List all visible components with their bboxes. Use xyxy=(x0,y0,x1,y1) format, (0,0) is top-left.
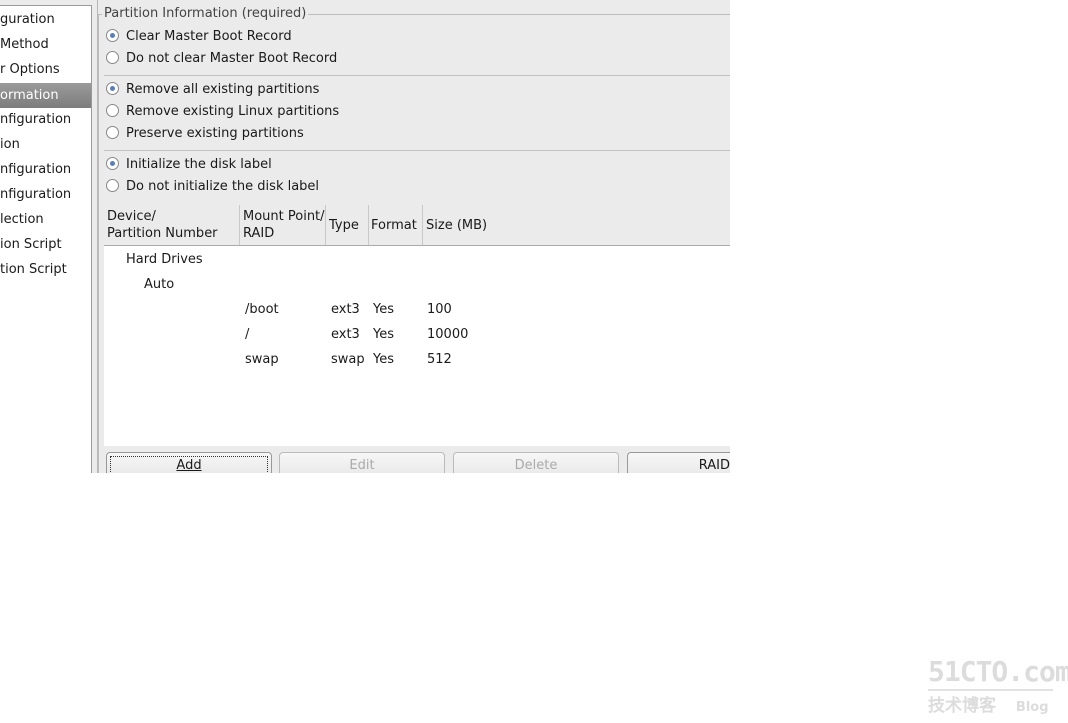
sidebar-item[interactable]: ion xyxy=(0,132,91,157)
sidebar-item[interactable]: ion Script xyxy=(0,232,91,257)
sidebar-item[interactable]: nfiguration xyxy=(0,182,91,207)
sidebar-item[interactable]: lection xyxy=(0,207,91,232)
radio-clear-mbr[interactable]: Clear Master Boot Record xyxy=(106,26,292,48)
sidebar: guration Method r Options ormation nfigu… xyxy=(0,5,92,473)
radio-icon xyxy=(106,51,119,64)
add-button[interactable]: Add xyxy=(106,452,272,473)
separator xyxy=(104,150,730,151)
sidebar-item[interactable]: Method xyxy=(0,32,91,57)
radio-init-label[interactable]: Initialize the disk label xyxy=(106,154,272,176)
edit-button[interactable]: Edit xyxy=(279,452,445,473)
col-size[interactable]: Size (MB) xyxy=(423,205,726,245)
kickstart-window: guration Method r Options ormation nfigu… xyxy=(0,0,730,473)
sidebar-item[interactable]: guration xyxy=(0,7,91,32)
radio-icon xyxy=(106,179,119,192)
watermark-logo: 51CTO.com 技术博客 Blog xyxy=(928,655,1068,716)
radio-remove-linux[interactable]: Remove existing Linux partitions xyxy=(106,101,339,123)
expander-open-icon[interactable] xyxy=(123,279,135,288)
sidebar-item[interactable]: nfiguration xyxy=(0,157,91,182)
sidebar-item[interactable]: tion Script xyxy=(0,257,91,282)
sidebar-item[interactable]: r Options xyxy=(0,57,91,82)
partition-table: Hard Drives Auto /boot ext3 Yes 100 /ext3 Ye… xyxy=(104,246,730,446)
table-row[interactable]: / ext3 Yes 10000 xyxy=(104,322,730,347)
tree-row-auto[interactable]: Auto xyxy=(123,272,174,297)
sidebar-item[interactable]: nfiguration xyxy=(0,107,91,132)
radio-preserve[interactable]: Preserve existing partitions xyxy=(106,123,304,145)
sidebar-item-partition-information[interactable]: ormation xyxy=(0,83,91,108)
radio-keep-mbr[interactable]: Do not clear Master Boot Record xyxy=(106,48,337,70)
raid-button[interactable]: RAID xyxy=(627,452,730,473)
delete-button[interactable]: Delete xyxy=(453,452,619,473)
col-device[interactable]: Device/ Partition Number xyxy=(104,205,240,245)
radio-icon xyxy=(106,82,119,95)
separator xyxy=(104,75,730,76)
col-mount-point[interactable]: Mount Point/ RAID xyxy=(240,205,326,245)
tree-row-hard-drives[interactable]: Hard Drives xyxy=(105,247,203,272)
table-row[interactable]: /boot ext3 Yes 100 xyxy=(104,297,730,322)
radio-remove-all[interactable]: Remove all existing partitions xyxy=(106,79,319,101)
radio-icon xyxy=(106,157,119,170)
col-format[interactable]: Format xyxy=(368,205,423,245)
table-header: Device/ Partition Number Mount Point/ RA… xyxy=(104,205,730,246)
expander-open-icon[interactable] xyxy=(105,254,117,263)
frame-legend: Partition Information (required) xyxy=(102,6,309,21)
table-row[interactable]: swap swap Yes 512 xyxy=(104,347,730,372)
radio-no-init-label[interactable]: Do not initialize the disk label xyxy=(106,176,319,198)
radio-icon xyxy=(106,104,119,117)
col-type[interactable]: Type xyxy=(326,205,369,245)
radio-icon xyxy=(106,126,119,139)
radio-icon xyxy=(106,29,119,42)
